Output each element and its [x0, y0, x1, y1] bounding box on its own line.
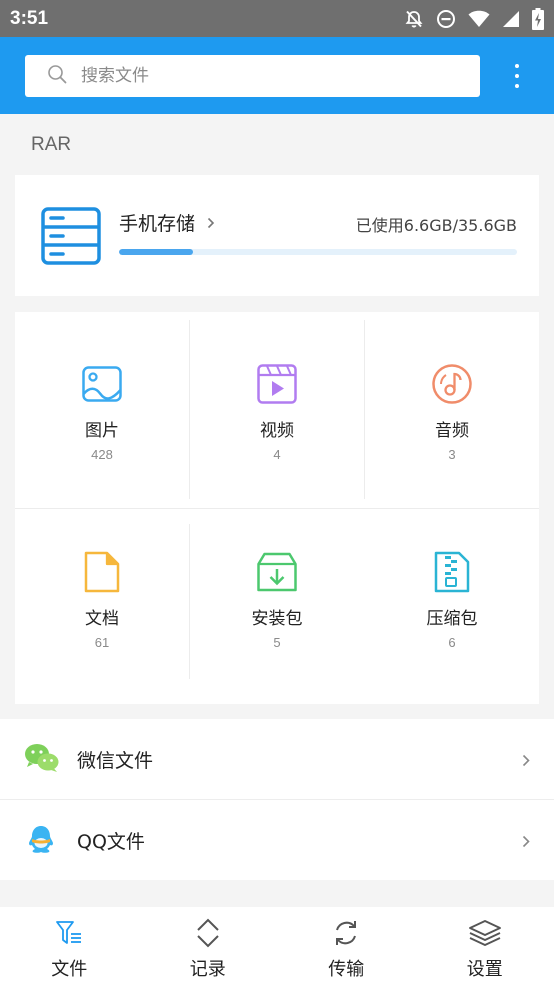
do-not-disturb-icon [436, 9, 456, 29]
chevron-right-icon [522, 752, 530, 771]
qq-icon [24, 824, 58, 860]
category-label: 视频 [260, 421, 294, 441]
category-count: 428 [91, 447, 113, 462]
bottom-navigation: 文件 记录 传输 设置 [0, 907, 554, 985]
nav-label: 记录 [189, 959, 226, 980]
nav-history[interactable]: 记录 [139, 907, 278, 985]
qq-files-label: QQ文件 [77, 831, 145, 853]
app-header [0, 37, 554, 114]
search-box[interactable] [25, 55, 480, 97]
package-icon [257, 550, 297, 594]
category-archives[interactable]: 压缩包 6 [365, 500, 539, 687]
status-bar: 3:51 [0, 0, 554, 37]
category-label: 文档 [85, 609, 119, 629]
history-icon [195, 917, 221, 949]
wechat-icon [24, 743, 60, 777]
wechat-files-row[interactable]: 微信文件 [0, 719, 554, 799]
category-count: 61 [94, 635, 110, 650]
document-icon [84, 550, 120, 594]
category-grid: 图片 428 视频 4 音频 3 文档 61 安装包 5 压缩包 6 [15, 312, 539, 704]
chevron-right-icon [207, 212, 215, 234]
nav-files[interactable]: 文件 [0, 907, 139, 985]
video-icon [257, 362, 297, 406]
signal-icon [502, 10, 520, 28]
wifi-icon [468, 10, 490, 28]
search-icon [47, 64, 67, 88]
chevron-right-icon [522, 833, 530, 852]
music-icon [431, 362, 473, 406]
storage-progress-fill [119, 249, 193, 255]
nav-label: 文件 [51, 959, 88, 980]
files-icon [55, 917, 83, 949]
category-count: 6 [448, 635, 456, 650]
more-vert-icon[interactable] [506, 62, 528, 90]
storage-name: 手机存储 [119, 209, 215, 236]
qq-files-row[interactable]: QQ文件 [0, 800, 554, 880]
notifications-off-icon [404, 9, 424, 29]
wechat-files-label: 微信文件 [77, 750, 154, 772]
nav-label: 传输 [328, 959, 365, 980]
category-packages[interactable]: 安装包 5 [190, 500, 364, 687]
search-input[interactable] [81, 66, 441, 86]
storage-name-label: 手机存储 [119, 213, 196, 235]
category-videos[interactable]: 视频 4 [190, 312, 364, 499]
category-count: 5 [273, 635, 281, 650]
storage-icon [41, 207, 101, 269]
category-count: 3 [448, 447, 456, 462]
category-images[interactable]: 图片 428 [15, 312, 189, 499]
category-label: 图片 [85, 421, 119, 441]
category-label: 音频 [435, 421, 469, 441]
section-title: RAR [31, 134, 72, 155]
category-label: 安装包 [251, 609, 303, 629]
image-icon [82, 362, 122, 406]
category-label: 压缩包 [426, 609, 478, 629]
settings-icon [468, 917, 502, 949]
storage-usage: 已使用6.6GB/35.6GB [355, 216, 517, 235]
nav-settings[interactable]: 设置 [416, 907, 554, 985]
nav-label: 设置 [466, 959, 503, 980]
status-time: 3:51 [10, 7, 49, 29]
transfer-icon [331, 917, 361, 949]
storage-card[interactable]: 手机存储 已使用6.6GB/35.6GB [15, 175, 539, 296]
category-documents[interactable]: 文档 61 [15, 500, 189, 687]
category-count: 4 [273, 447, 281, 462]
category-audio[interactable]: 音频 3 [365, 312, 539, 499]
status-icons [404, 7, 544, 30]
zip-icon [434, 550, 470, 594]
battery-charging-icon [532, 7, 544, 30]
nav-transfer[interactable]: 传输 [277, 907, 416, 985]
storage-progress-bar [119, 249, 517, 255]
